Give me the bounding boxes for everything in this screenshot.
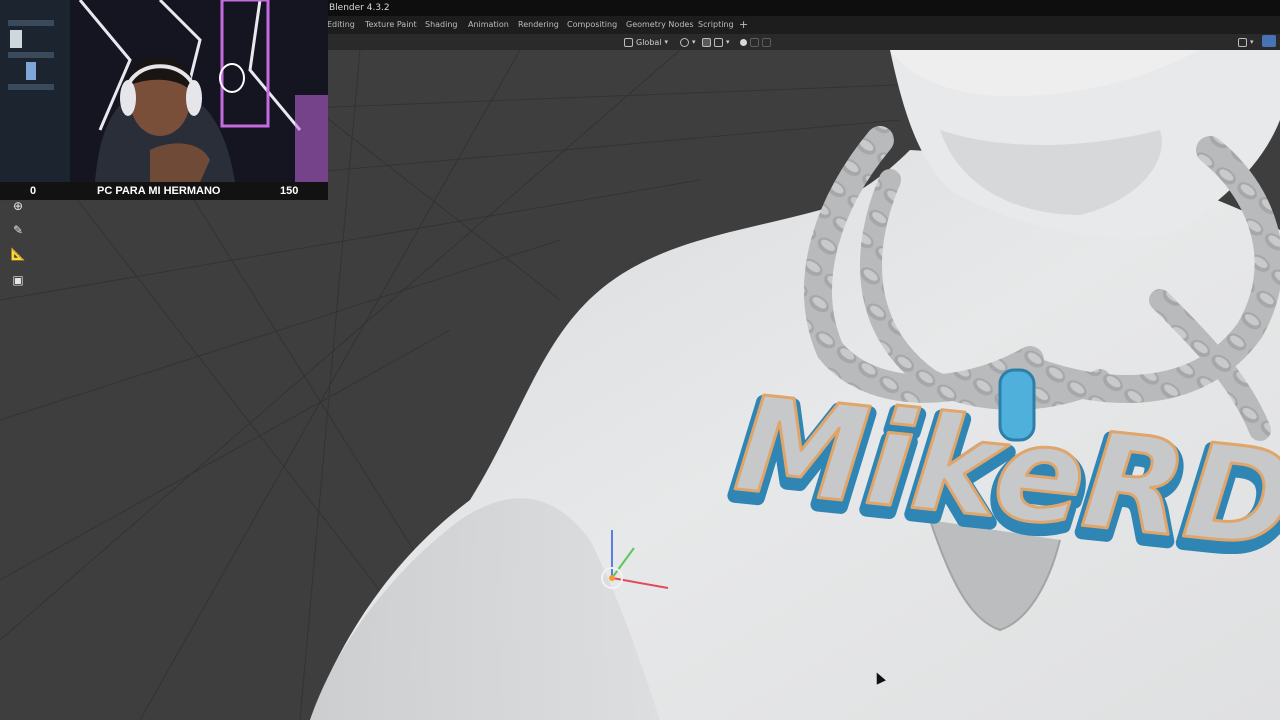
tab-animation[interactable]: Animation bbox=[468, 16, 509, 34]
transform-orientation-dropdown[interactable]: Global ▾ bbox=[624, 36, 668, 48]
tab-scripting[interactable]: Scripting bbox=[698, 16, 734, 34]
pencil-icon: ✎ bbox=[12, 223, 24, 237]
goal-label: PC PARA MI HERMANO bbox=[97, 185, 221, 197]
orientation-axes-icon bbox=[624, 37, 633, 47]
tab-editing[interactable]: Editing bbox=[327, 16, 355, 34]
chevron-down-icon: ▾ bbox=[664, 38, 669, 46]
visibility-dropdown[interactable]: ▾ bbox=[1238, 36, 1254, 48]
magnet-icon bbox=[702, 37, 711, 47]
annotate-tool-button[interactable]: ✎ bbox=[8, 220, 28, 240]
add-workspace-button[interactable]: + bbox=[739, 16, 748, 34]
stream-goal-bar: 0 PC PARA MI HERMANO 150 bbox=[0, 182, 328, 200]
tab-compositing[interactable]: Compositing bbox=[567, 16, 617, 34]
webcam-image bbox=[0, 0, 328, 182]
proportional-editing-toggle[interactable] bbox=[740, 36, 771, 48]
move-icon: ⊕ bbox=[12, 199, 24, 213]
add-cube-tool-button[interactable]: ▣ bbox=[8, 270, 28, 290]
chevron-down-icon: ▾ bbox=[726, 38, 730, 46]
pivot-point-dropdown[interactable]: ▾ bbox=[680, 36, 696, 48]
link-icon bbox=[680, 37, 689, 47]
measure-tool-button[interactable]: 📐 bbox=[8, 244, 28, 264]
falloff-icon bbox=[750, 37, 759, 47]
blender-app: Blender 4.3.2 Editing Texture Paint Shad… bbox=[0, 0, 1280, 720]
ruler-icon: 📐 bbox=[10, 247, 26, 261]
proportional-editing-icon bbox=[740, 38, 747, 46]
tab-shading[interactable]: Shading bbox=[425, 16, 458, 34]
goal-target-value: 150 bbox=[280, 185, 299, 197]
goal-current-value: 0 bbox=[30, 185, 37, 197]
transform-orientation-label: Global bbox=[636, 37, 662, 47]
webcam-overlay bbox=[0, 0, 328, 182]
add-cube-icon: ▣ bbox=[12, 273, 24, 287]
tab-texture-paint[interactable]: Texture Paint bbox=[365, 16, 417, 34]
gizmo-toggle-button[interactable] bbox=[1262, 35, 1276, 47]
window-title: Blender 4.3.2 bbox=[329, 3, 390, 13]
eye-icon bbox=[1238, 37, 1247, 47]
falloff-type-icon bbox=[762, 37, 771, 47]
tab-rendering[interactable]: Rendering bbox=[518, 16, 559, 34]
chevron-down-icon: ▾ bbox=[1250, 38, 1254, 46]
snapping-toggle[interactable]: ▾ bbox=[702, 36, 730, 48]
snap-increment-icon bbox=[714, 37, 723, 47]
chevron-down-icon: ▾ bbox=[692, 38, 696, 46]
tab-geometry-nodes[interactable]: Geometry Nodes bbox=[626, 16, 693, 34]
